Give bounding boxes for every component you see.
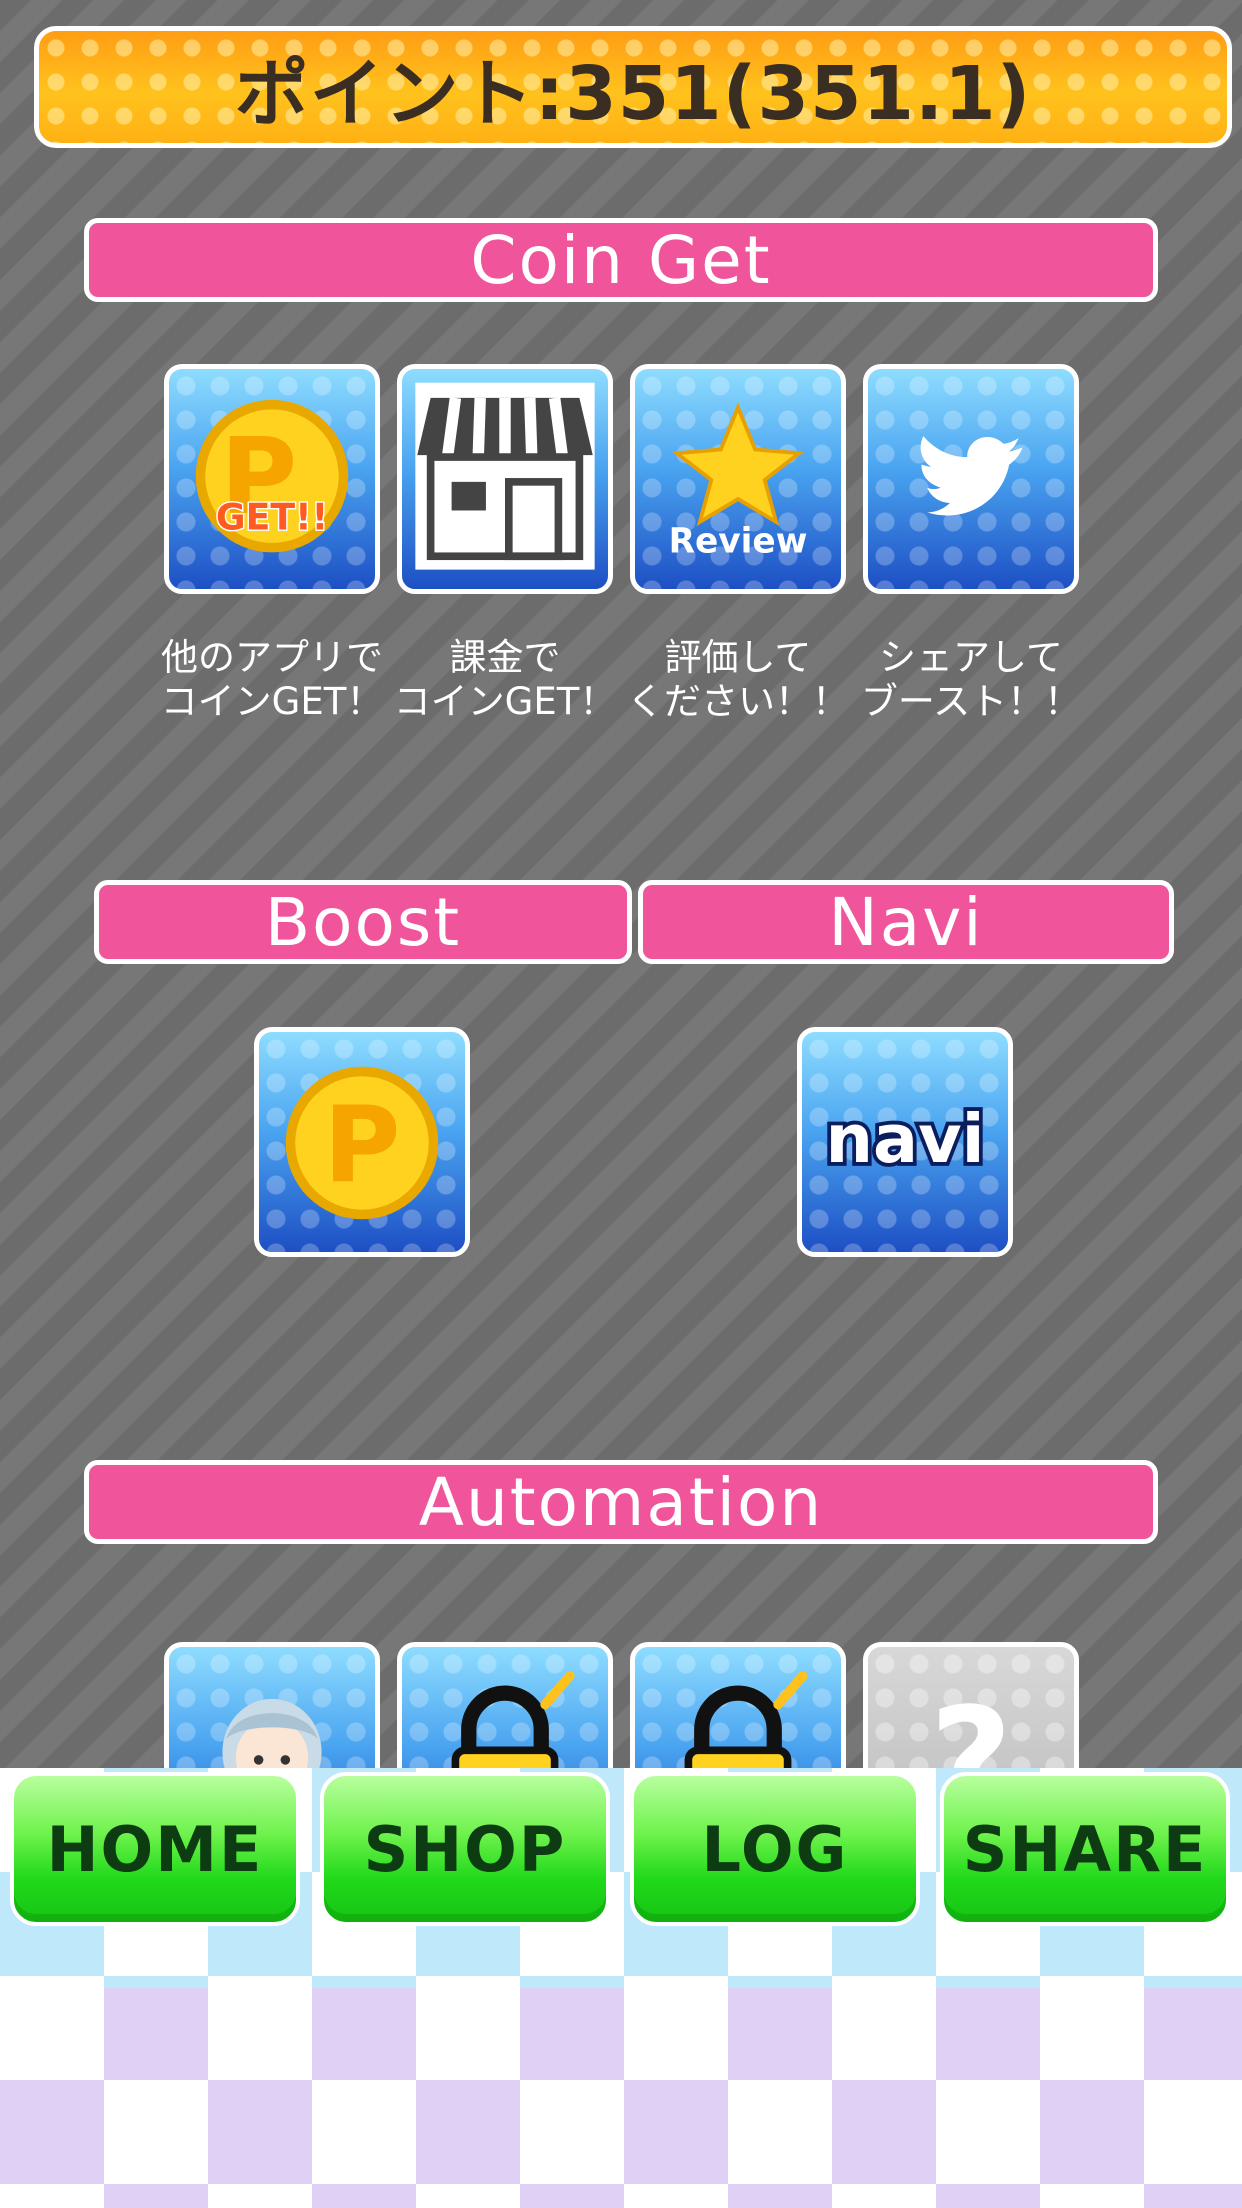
points-text: ポイント:351(351.1): [234, 50, 1032, 137]
section-header-coin-get: Coin Get: [84, 218, 1158, 302]
log-button-label: LOG: [701, 1812, 849, 1886]
section-title: Automation: [418, 1463, 824, 1541]
navi-logo-icon: navi: [822, 1096, 989, 1182]
boost-button[interactable]: P: [254, 1027, 470, 1257]
section-header-automation: Automation: [84, 1460, 1158, 1544]
section-title: Coin Get: [470, 221, 772, 299]
review-star-icon: Review: [669, 402, 808, 561]
twitter-bird-icon: [920, 436, 1023, 516]
navi-button[interactable]: navi: [797, 1027, 1013, 1257]
section-title: Boost: [264, 883, 462, 961]
caption-review: 評価して ください！！: [627, 636, 849, 723]
svg-text:navi: navi: [826, 1100, 985, 1178]
caption-purchase: 課金で コインGET！: [393, 636, 617, 723]
home-button[interactable]: HOME: [10, 1772, 300, 1926]
share-button[interactable]: SHARE: [940, 1772, 1230, 1926]
share-button-label: SHARE: [962, 1812, 1208, 1886]
review-button[interactable]: Review: [630, 364, 846, 594]
shop-icon: [415, 382, 595, 570]
points-display: ポイント:351(351.1): [34, 26, 1232, 148]
shop-button-label: SHOP: [363, 1812, 567, 1886]
coin-get-other-apps-button[interactable]: P GET!!: [164, 364, 380, 594]
home-button-label: HOME: [46, 1812, 264, 1886]
svg-text:GET!!: GET!!: [216, 496, 328, 539]
share-twitter-button[interactable]: [863, 364, 1079, 594]
log-button[interactable]: LOG: [630, 1772, 920, 1926]
section-title: Navi: [828, 883, 984, 961]
shop-purchase-button[interactable]: [397, 364, 613, 594]
section-header-boost: Boost: [94, 880, 632, 964]
svg-text:Review: Review: [669, 521, 808, 561]
shop-button[interactable]: SHOP: [320, 1772, 610, 1926]
coin-p-icon: P: [285, 1066, 439, 1220]
coin-get-icon: P GET!!: [195, 399, 349, 553]
svg-text:P: P: [324, 1084, 401, 1206]
caption-other-apps: 他のアプリで コインGET！: [160, 636, 384, 723]
section-header-navi: Navi: [638, 880, 1174, 964]
caption-share: シェアして ブースト！！: [860, 636, 1082, 723]
